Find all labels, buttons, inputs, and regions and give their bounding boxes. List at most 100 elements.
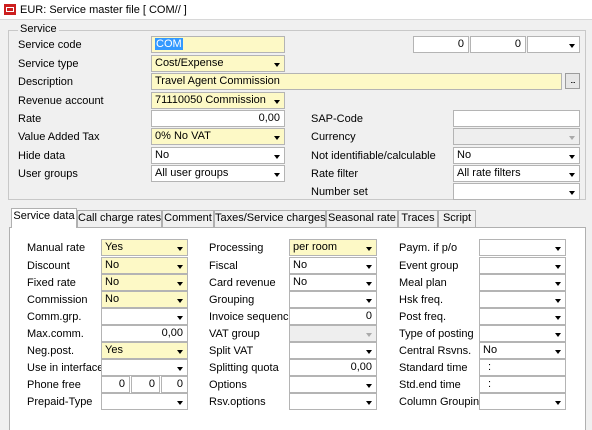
phone-free-field-3[interactable]: 0 — [161, 376, 188, 393]
central-rsvns-select[interactable]: No — [479, 342, 566, 359]
not-identifiable-select[interactable]: No — [453, 147, 580, 164]
top-right-number-1-value: 0 — [457, 38, 464, 50]
top-right-number-2[interactable]: 0 — [470, 36, 526, 53]
number-set-select[interactable] — [453, 183, 580, 200]
title-bar: EUR: Service master file [ COM// ] — [0, 0, 592, 20]
standard-time-input[interactable]: : — [479, 359, 566, 376]
tab-script[interactable]: Script — [438, 210, 476, 227]
tab-traces[interactable]: Traces — [398, 210, 438, 227]
processing-value: per room — [293, 241, 338, 253]
rate-label: Rate — [18, 113, 42, 125]
card-revenue-select[interactable]: No — [289, 274, 377, 291]
chevron-down-icon — [555, 333, 561, 337]
hide-data-label: Hide data — [18, 150, 66, 162]
rate-filter-select[interactable]: All rate filters — [453, 165, 580, 182]
fixed-rate-label: Fixed rate — [27, 277, 76, 289]
column-grouping-select[interactable] — [479, 393, 566, 410]
top-right-select[interactable] — [527, 36, 580, 53]
chevron-down-icon — [177, 401, 183, 405]
tab-service-data[interactable]: Service data — [11, 208, 77, 228]
meal-plan-select[interactable] — [479, 274, 566, 291]
user-groups-select[interactable]: All user groups — [151, 165, 285, 182]
window-title: EUR: Service master file [ COM// ] — [20, 4, 187, 16]
card-revenue-value: No — [293, 276, 308, 288]
grouping-label: Grouping — [209, 294, 255, 306]
chevron-down-icon — [366, 265, 372, 269]
description-value: Travel Agent Commission — [155, 75, 280, 87]
comm-grp-select[interactable] — [101, 308, 188, 325]
chevron-down-icon — [555, 350, 561, 354]
standard-time-label: Standard time — [399, 362, 468, 374]
chevron-down-icon — [569, 136, 575, 140]
card-revenue-label: Card revenue — [209, 277, 276, 289]
rate-value: 0,00 — [258, 112, 280, 124]
options-select[interactable] — [289, 376, 377, 393]
chevron-down-icon — [274, 173, 280, 177]
invoice-sequence-input[interactable]: 0 — [289, 308, 377, 325]
post-freq-select[interactable] — [479, 308, 566, 325]
phone-free-field-2[interactable]: 0 — [131, 376, 160, 393]
hsk-freq-select[interactable] — [479, 291, 566, 308]
tab-call-charge-rates[interactable]: Call charge rates — [77, 210, 162, 227]
service-code-input[interactable]: COM — [151, 36, 285, 53]
chevron-down-icon — [555, 316, 561, 320]
discount-select[interactable]: No — [101, 257, 188, 274]
rsv-options-select[interactable] — [289, 393, 377, 410]
service-type-select[interactable]: Cost/Expense — [151, 55, 285, 72]
invoice-sequence-value: 0 — [365, 310, 372, 322]
phone-free-value-3: 0 — [176, 378, 183, 390]
vat-group-select[interactable] — [289, 325, 377, 342]
event-group-label: Event group — [399, 260, 459, 272]
neg-post-select[interactable]: Yes — [101, 342, 188, 359]
chevron-down-icon — [274, 136, 280, 140]
chevron-down-icon — [366, 384, 372, 388]
chevron-down-icon — [366, 350, 372, 354]
description-input[interactable]: Travel Agent Commission — [151, 73, 562, 90]
manual-rate-select[interactable]: Yes — [101, 239, 188, 256]
chevron-down-icon — [366, 247, 372, 251]
vat-select[interactable]: 0% No VAT — [151, 128, 285, 145]
std-end-time-input[interactable]: : — [479, 376, 566, 393]
grouping-select[interactable] — [289, 291, 377, 308]
meal-plan-label: Meal plan — [399, 277, 447, 289]
max-comm-input[interactable]: 0,00 — [101, 325, 188, 342]
chevron-down-icon — [274, 63, 280, 67]
description-ellipsis-button[interactable]: ... — [565, 73, 580, 89]
post-freq-label: Post freq. — [399, 311, 447, 323]
chevron-down-icon — [555, 265, 561, 269]
chevron-down-icon — [177, 316, 183, 320]
type-of-posting-select[interactable] — [479, 325, 566, 342]
currency-select[interactable] — [453, 128, 580, 145]
sap-code-input[interactable] — [453, 110, 580, 127]
top-right-number-1[interactable]: 0 — [413, 36, 469, 53]
chevron-down-icon — [555, 247, 561, 251]
service-type-value: Cost/Expense — [155, 57, 224, 69]
standard-time-value: : — [488, 361, 492, 373]
split-vat-select[interactable] — [289, 342, 377, 359]
prepaid-type-select[interactable] — [101, 393, 188, 410]
tab-seasonal-rate[interactable]: Seasonal rate — [326, 210, 398, 227]
splitting-quota-input[interactable]: 0,00 — [289, 359, 377, 376]
commission-select[interactable]: No — [101, 291, 188, 308]
event-group-select[interactable] — [479, 257, 566, 274]
revenue-account-select[interactable]: 71110050 Commission — [151, 92, 285, 109]
paym-pfo-select[interactable] — [479, 239, 566, 256]
chevron-down-icon — [177, 350, 183, 354]
top-right-number-2-value: 0 — [514, 38, 521, 50]
chevron-down-icon — [177, 299, 183, 303]
tab-comment[interactable]: Comment — [162, 210, 214, 227]
rate-input[interactable]: 0,00 — [151, 110, 285, 127]
hide-data-select[interactable]: No — [151, 147, 285, 164]
rsv-options-label: Rsv.options — [209, 396, 266, 408]
user-groups-label: User groups — [18, 168, 78, 180]
commission-label: Commission — [27, 294, 88, 306]
use-in-interface-select[interactable] — [101, 359, 188, 376]
vat-label: Value Added Tax — [18, 131, 100, 143]
processing-select[interactable]: per room — [289, 239, 377, 256]
phone-free-value-1: 0 — [118, 378, 125, 390]
fixed-rate-select[interactable]: No — [101, 274, 188, 291]
tab-taxes-service-charges[interactable]: Taxes/Service charges — [214, 210, 326, 227]
currency-label: Currency — [311, 131, 356, 143]
fiscal-select[interactable]: No — [289, 257, 377, 274]
phone-free-field-1[interactable]: 0 — [101, 376, 130, 393]
